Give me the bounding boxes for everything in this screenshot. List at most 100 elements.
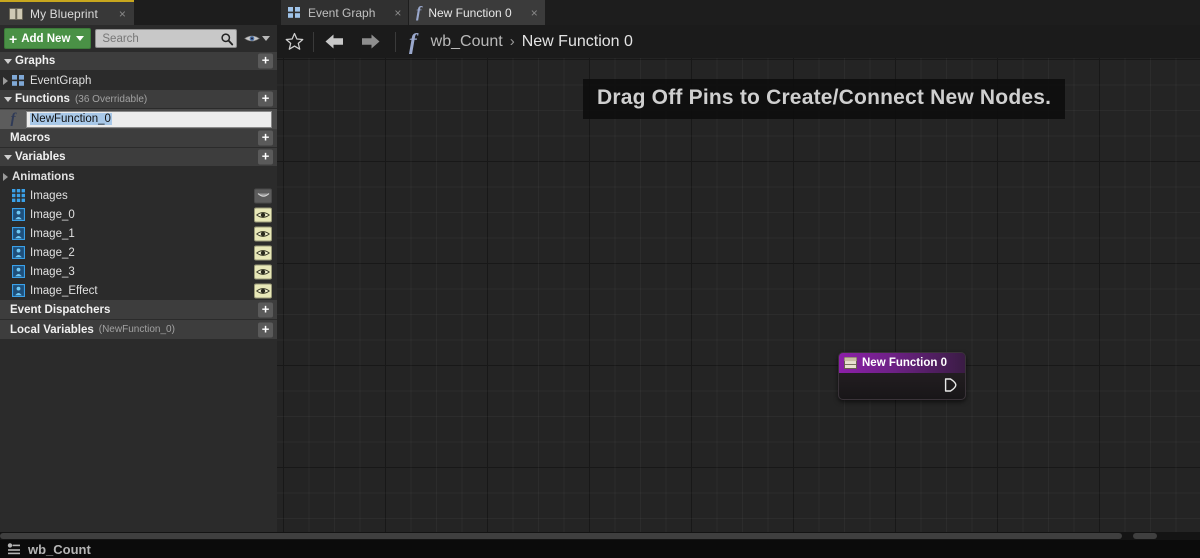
- graph-editor-area: Event Graph × f New Function 0 × f wb_Co…: [277, 0, 1200, 532]
- tree-item-newfunction-0[interactable]: f NewFunction_0: [0, 109, 277, 129]
- add-new-button[interactable]: + Add New: [4, 28, 92, 49]
- visibility-toggle-image-0[interactable]: [254, 207, 272, 222]
- graph-hint-banner: Drag Off Pins to Create/Connect New Node…: [583, 79, 1066, 119]
- back-button[interactable]: [323, 32, 345, 52]
- blueprint-icon: [7, 543, 20, 555]
- add-macro-button[interactable]: +: [258, 130, 273, 146]
- my-blueprint-panel: My Blueprint × + Add New Search Graphs +…: [0, 0, 277, 532]
- node-body: [839, 373, 965, 399]
- blueprint-node-new-function-0[interactable]: New Function 0: [838, 352, 966, 400]
- functions-overridable-count: (36 Overridable): [74, 93, 148, 105]
- tree-item-image-2[interactable]: Image_2: [0, 243, 277, 262]
- chevron-right-icon: [3, 76, 8, 85]
- section-graphs-label: Graphs: [15, 55, 56, 67]
- exec-output-pin[interactable]: [944, 378, 957, 392]
- blueprint-editor-window: My Blueprint × + Add New Search Graphs +…: [0, 0, 1200, 558]
- tree-item-animations[interactable]: Animations: [0, 167, 277, 186]
- arrow-left-icon: [325, 34, 343, 49]
- local-variables-scope: (NewFunction_0): [98, 324, 175, 335]
- tree-item-image-effect-label: Image_Effect: [30, 284, 98, 297]
- chevron-right-icon: [3, 172, 8, 181]
- breadcrumb-parent[interactable]: wb_Count: [431, 33, 503, 51]
- chevron-down-icon: [4, 154, 12, 160]
- book-icon: [9, 7, 23, 20]
- add-graph-button[interactable]: +: [258, 53, 273, 69]
- graph-tabstrip: Event Graph × f New Function 0 ×: [277, 0, 1200, 25]
- function-name-input[interactable]: NewFunction_0: [26, 110, 272, 128]
- section-macros[interactable]: Macros +: [0, 129, 277, 148]
- tree-item-images[interactable]: Images: [0, 186, 277, 205]
- section-functions[interactable]: Functions (36 Overridable) +: [0, 90, 277, 109]
- eye-open-icon: [256, 287, 270, 294]
- eye-icon: [244, 35, 260, 42]
- section-event-dispatchers-label: Event Dispatchers: [10, 303, 111, 316]
- object-ref-icon: [12, 208, 25, 221]
- eye-open-icon: [256, 230, 270, 237]
- plus-icon: +: [9, 30, 18, 47]
- close-icon[interactable]: ×: [119, 8, 126, 20]
- left-panel-tabstrip: My Blueprint ×: [0, 0, 277, 25]
- node-header: New Function 0: [839, 353, 965, 373]
- add-event-dispatcher-button[interactable]: +: [258, 302, 273, 317]
- add-new-label: Add New: [21, 32, 71, 45]
- status-bar-text: wb_Count: [28, 541, 91, 557]
- blueprint-graph-canvas[interactable]: Drag Off Pins to Create/Connect New Node…: [277, 58, 1200, 532]
- close-icon[interactable]: ×: [394, 7, 401, 19]
- blueprint-tree: Graphs + EventGraph Functions (36 Overri…: [0, 52, 277, 532]
- eye-closed-icon: [257, 193, 269, 197]
- visibility-toggle-image-1[interactable]: [254, 226, 272, 241]
- section-local-variables-label: Local Variables: [10, 323, 94, 336]
- chevron-down-icon: [4, 58, 12, 64]
- add-variable-button[interactable]: +: [258, 149, 273, 165]
- tab-new-function-0-label: New Function 0: [428, 5, 512, 20]
- array-icon: [12, 189, 25, 202]
- tab-new-function-0[interactable]: f New Function 0 ×: [409, 0, 545, 25]
- breadcrumb-current: New Function 0: [521, 32, 633, 50]
- scrollbar-thumb[interactable]: [0, 533, 1122, 539]
- section-graphs[interactable]: Graphs +: [0, 52, 277, 71]
- search-input[interactable]: [102, 32, 220, 45]
- forward-button[interactable]: [359, 32, 381, 52]
- object-ref-icon: [12, 284, 25, 297]
- eye-open-icon: [256, 249, 270, 256]
- breadcrumb-separator: ›: [509, 33, 515, 50]
- section-event-dispatchers[interactable]: Event Dispatchers +: [0, 300, 277, 320]
- visibility-toggle-image-3[interactable]: [254, 264, 272, 279]
- tree-item-eventgraph-label: EventGraph: [30, 74, 92, 87]
- visibility-toggle-images[interactable]: [254, 188, 272, 203]
- add-function-button[interactable]: +: [258, 91, 273, 107]
- close-icon[interactable]: ×: [531, 7, 538, 19]
- search-box[interactable]: [95, 29, 237, 48]
- tree-item-images-label: Images: [30, 189, 68, 202]
- star-icon[interactable]: [285, 32, 304, 51]
- tree-item-image-0[interactable]: Image_0: [0, 205, 277, 224]
- tree-item-eventgraph[interactable]: EventGraph: [0, 71, 277, 90]
- tree-item-animations-label: Animations: [12, 170, 75, 183]
- event-graph-icon: [288, 7, 300, 18]
- visibility-toggle-image-2[interactable]: [254, 245, 272, 260]
- tree-item-image-3[interactable]: Image_3: [0, 262, 277, 281]
- tree-item-image-1-label: Image_1: [30, 227, 75, 240]
- section-variables[interactable]: Variables +: [0, 148, 277, 167]
- tab-event-graph-label: Event Graph: [308, 5, 376, 20]
- tree-item-image-1[interactable]: Image_1: [0, 224, 277, 243]
- scrollbar-thumb-secondary[interactable]: [1133, 533, 1157, 539]
- add-local-variable-button[interactable]: +: [258, 322, 273, 337]
- visibility-toggle-image-effect[interactable]: [254, 283, 272, 298]
- object-ref-icon: [12, 246, 25, 259]
- object-ref-icon: [12, 265, 25, 278]
- function-icon: f: [409, 29, 417, 54]
- function-name-value: NewFunction_0: [30, 113, 112, 125]
- tab-my-blueprint[interactable]: My Blueprint ×: [0, 0, 134, 25]
- event-graph-icon: [12, 75, 24, 86]
- section-local-variables[interactable]: Local Variables (NewFunction_0) +: [0, 320, 277, 340]
- eye-open-icon: [256, 211, 270, 218]
- visibility-dropdown[interactable]: [241, 33, 273, 44]
- horizontal-scrollbar[interactable]: [0, 532, 1200, 540]
- tree-item-image-effect[interactable]: Image_Effect: [0, 281, 277, 300]
- tab-event-graph[interactable]: Event Graph ×: [281, 0, 409, 25]
- section-macros-label: Macros: [10, 132, 51, 144]
- function-icon: f: [416, 3, 422, 21]
- search-icon: [221, 32, 234, 45]
- tree-item-image-2-label: Image_2: [30, 246, 75, 259]
